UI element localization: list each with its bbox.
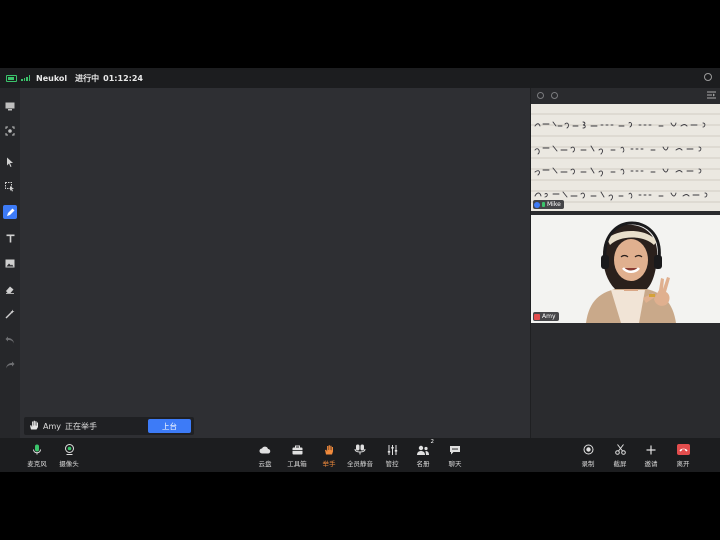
video-column-header <box>531 88 720 104</box>
settings-icon[interactable] <box>704 73 712 81</box>
toolbox-button[interactable]: 工具箱 <box>282 443 312 469</box>
wand-icon[interactable] <box>3 307 17 321</box>
hangup-icon <box>676 443 690 456</box>
chat-icon <box>449 443 461 456</box>
collapse-icon[interactable] <box>707 91 716 101</box>
select-icon[interactable] <box>3 180 17 194</box>
layout-icon[interactable] <box>537 92 544 99</box>
controls-button[interactable]: 管控 <box>377 443 407 469</box>
pen-icon[interactable] <box>3 205 17 219</box>
raised-hand-icon <box>29 420 39 432</box>
cloud-icon <box>259 443 271 456</box>
roster-label: 名册 <box>416 460 430 468</box>
battery-icon <box>6 74 17 82</box>
info-icon[interactable] <box>551 92 558 99</box>
invite-to-stage-button[interactable]: 上台 <box>148 419 191 433</box>
chat-button[interactable]: 聊天 <box>440 443 470 469</box>
user-icon <box>534 201 540 208</box>
invite-button[interactable]: 邀请 <box>636 443 666 469</box>
video-column: Mike Amy <box>531 88 720 438</box>
hand-raise-name: Amy <box>43 421 61 431</box>
top-status-bar: Neukol 进行中 01:12:24 <box>0 68 720 88</box>
raise-hand-button[interactable]: 举手 <box>314 443 344 469</box>
leave-label: 离开 <box>676 460 690 468</box>
controls-icon <box>387 443 398 456</box>
raise-hand-label: 举手 <box>322 460 336 468</box>
roster-count-badge: 2 <box>430 439 435 445</box>
hand-icon <box>324 443 335 456</box>
record-button[interactable]: 录制 <box>573 443 603 469</box>
invite-icon <box>646 443 656 456</box>
pointer-icon[interactable] <box>3 155 17 169</box>
participant-nametag: Mike <box>533 200 564 209</box>
record-icon <box>583 443 594 456</box>
participant-name: Amy <box>542 313 556 320</box>
bottom-toolbar: 麦克风 摄像头 云盘 工具箱 举手 全员静音 管控 2 名册 聊天 录制 截屏 … <box>0 438 720 472</box>
camera-button[interactable]: 摄像头 <box>54 443 84 469</box>
microphone-button[interactable]: 麦克风 <box>22 443 52 469</box>
mute-all-icon <box>354 443 366 456</box>
signal-icon <box>21 75 30 81</box>
mute-all-label: 全员静音 <box>347 460 373 468</box>
toolbox-label: 工具箱 <box>287 460 307 468</box>
microphone-label: 麦克风 <box>27 460 47 468</box>
invite-label: 邀请 <box>644 460 658 468</box>
roster-icon: 2 <box>417 439 434 456</box>
screenshot-button[interactable]: 截屏 <box>605 443 635 469</box>
mic-icon <box>32 443 42 456</box>
mic-muted-icon <box>534 313 540 320</box>
participant-name: Mike <box>547 201 561 208</box>
record-label: 录制 <box>581 460 595 468</box>
app-name: Neukol <box>36 73 68 83</box>
leave-button[interactable]: 离开 <box>668 443 698 469</box>
cloud-drive-label: 云盘 <box>258 460 272 468</box>
mic-on-icon <box>542 202 545 207</box>
controls-label: 管控 <box>385 460 399 468</box>
undo-icon[interactable] <box>3 333 17 347</box>
image-icon[interactable] <box>3 256 17 270</box>
hand-raise-message: 正在举手 <box>65 421 97 431</box>
participant-nametag: Amy <box>533 312 559 321</box>
eraser-icon[interactable] <box>3 282 17 296</box>
class-timer: 01:12:24 <box>103 73 143 83</box>
whiteboard-canvas[interactable] <box>20 88 531 438</box>
toolbox-icon <box>292 443 303 456</box>
redo-icon[interactable] <box>3 358 17 372</box>
chat-label: 聊天 <box>448 460 462 468</box>
cloud-drive-button[interactable]: 云盘 <box>250 443 280 469</box>
camera-frame-icon[interactable] <box>3 124 17 138</box>
hand-raise-notice: Amy 正在举手 上台 <box>24 417 194 435</box>
camera-icon <box>64 443 75 456</box>
video-tile-amy[interactable]: Amy <box>531 215 720 323</box>
screenshot-label: 截屏 <box>613 460 627 468</box>
video-tile-mike[interactable]: Mike <box>531 104 720 211</box>
camera-label: 摄像头 <box>59 460 79 468</box>
classroom-app: Neukol 进行中 01:12:24 Amy 正在举手 上台 Mike Amy… <box>0 68 720 472</box>
roster-button[interactable]: 2 名册 <box>408 439 438 469</box>
text-icon[interactable] <box>3 231 17 245</box>
panel-icon[interactable] <box>3 99 17 113</box>
video-feed <box>531 104 720 211</box>
mute-all-button[interactable]: 全员静音 <box>345 443 375 469</box>
whiteboard-toolbar <box>0 88 20 438</box>
class-status: 进行中 <box>75 73 100 83</box>
video-feed <box>531 215 720 323</box>
screenshot-icon <box>614 443 626 456</box>
